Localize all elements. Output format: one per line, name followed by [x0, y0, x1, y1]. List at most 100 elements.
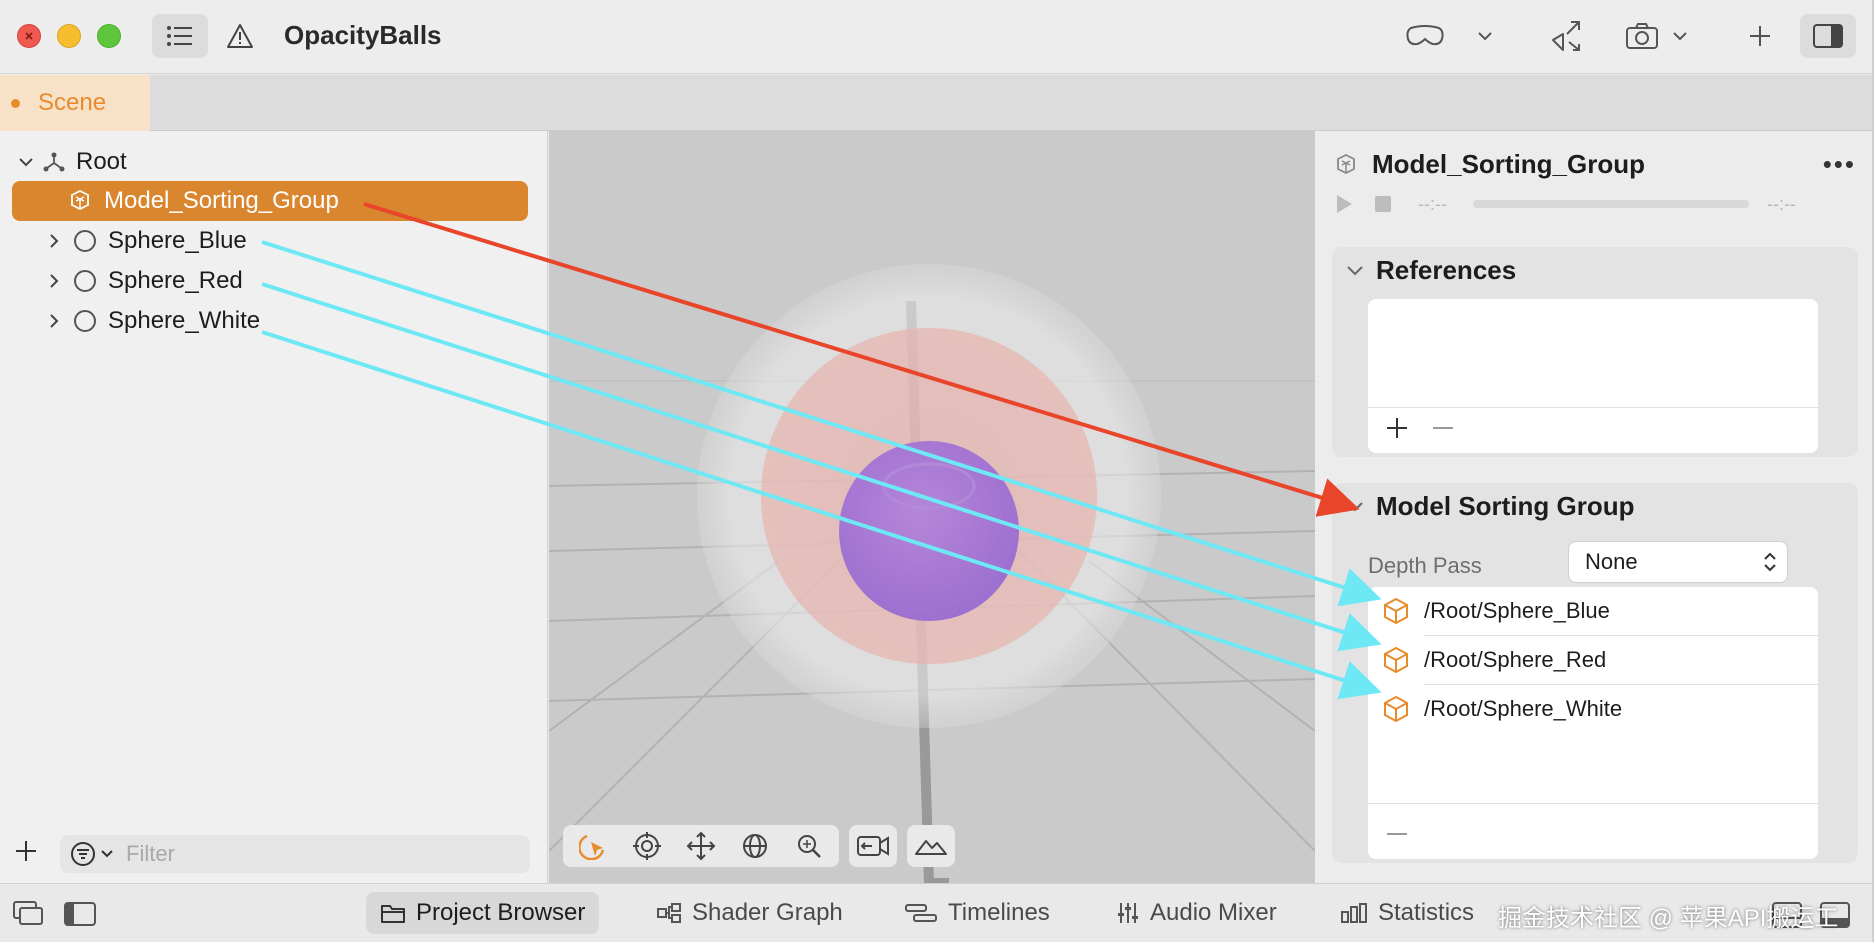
minus-icon — [1433, 427, 1453, 429]
zoom-window-button[interactable] — [97, 24, 121, 48]
move-tool-button[interactable] — [681, 826, 721, 866]
tree-item-sphere-red[interactable]: Sphere_Red — [44, 261, 243, 301]
entity-path: /Root/Sphere_Red — [1424, 647, 1607, 672]
3d-viewport[interactable] — [549, 131, 1315, 883]
remove-reference-button[interactable] — [1432, 417, 1454, 444]
model-group-icon — [68, 189, 92, 213]
timeline-scrubber[interactable] — [1472, 200, 1749, 208]
camera-reset-icon — [857, 836, 889, 856]
title-bar: OpacityBalls — [0, 0, 1872, 74]
environment-button[interactable] — [911, 826, 951, 866]
tab-statistics[interactable]: Statistics — [1326, 892, 1488, 934]
list-item[interactable]: /Root/Sphere_Blue — [1382, 587, 1610, 635]
zoom-tool-button[interactable] — [789, 826, 829, 866]
chevron-down-icon — [1347, 501, 1363, 511]
preview-options-dropdown[interactable] — [1470, 14, 1500, 58]
app-window: OpacityBalls Scene Root Model_Sorting_Gr… — [0, 0, 1874, 942]
model-sorting-group-section: Model Sorting Group Depth Pass None /Roo… — [1332, 483, 1858, 863]
list-divider — [1368, 803, 1818, 804]
chevron-down-icon — [1347, 265, 1363, 275]
select-tool-button[interactable] — [573, 826, 613, 866]
tab-timelines[interactable]: Timelines — [890, 892, 1064, 934]
scene-render — [549, 131, 1315, 883]
entity-circle-icon — [74, 230, 96, 252]
tree-item-label: Model_Sorting_Group — [104, 187, 339, 214]
tree-item-root[interactable]: Root — [16, 142, 127, 182]
list-divider — [1368, 407, 1818, 408]
tab-label: Statistics — [1378, 899, 1475, 926]
mixer-sliders-icon — [1116, 901, 1140, 925]
tab-project-browser[interactable]: Project Browser — [366, 892, 600, 934]
close-window-button[interactable] — [17, 24, 41, 48]
plus-icon — [16, 841, 36, 861]
editor-tab-strip: Scene — [0, 75, 1872, 131]
tab-shader-graph[interactable]: Shader Graph — [642, 892, 857, 934]
tree-item-sphere-blue[interactable]: Sphere_Blue — [44, 221, 247, 261]
vision-pro-preview-button[interactable] — [1400, 14, 1450, 58]
depth-pass-select[interactable]: None — [1568, 541, 1788, 583]
filter-field[interactable]: Filter — [60, 835, 530, 873]
entity-path: /Root/Sphere_Blue — [1424, 598, 1610, 623]
tree-item-model-sorting-group[interactable]: Model_Sorting_Group — [12, 181, 528, 221]
time-end: --:-- — [1766, 193, 1796, 214]
stop-icon — [1375, 196, 1391, 212]
plus-icon — [1750, 26, 1770, 46]
stop-button[interactable] — [1374, 195, 1392, 213]
bottom-bar: Project Browser Shader Graph Timelines A… — [0, 883, 1872, 942]
references-list[interactable] — [1368, 299, 1818, 453]
filter-options-icon[interactable] — [70, 841, 118, 867]
add-button[interactable] — [1740, 14, 1780, 58]
transform-tools — [563, 825, 839, 867]
toggle-navigator-button[interactable] — [152, 14, 208, 58]
remove-entity-button[interactable] — [1386, 823, 1408, 850]
chevron-updown-icon — [1764, 552, 1776, 572]
tree-item-label: Sphere_Blue — [108, 227, 247, 254]
minus-icon — [1387, 833, 1407, 835]
scene-hierarchy-panel: Root Model_Sorting_Group Sphere_Blue Sph… — [0, 131, 548, 883]
send-to-device-button[interactable] — [1544, 14, 1588, 58]
unsaved-dot-icon — [11, 98, 20, 108]
select-cursor-icon — [579, 834, 605, 860]
more-options-button[interactable]: ••• — [1823, 149, 1856, 180]
minimize-window-button[interactable] — [57, 24, 81, 48]
tree-item-label: Sphere_Red — [108, 267, 243, 294]
sphere-blue-render — [839, 441, 1019, 621]
chevron-right-icon[interactable] — [44, 311, 64, 331]
model-sorting-group-header[interactable]: Model Sorting Group — [1346, 491, 1635, 522]
entity-cube-icon — [1384, 646, 1408, 674]
snapshot-button[interactable] — [1622, 14, 1662, 58]
rotate-tool-button[interactable] — [735, 826, 775, 866]
watermark: 掘金技术社区 @ 苹果API搬运工 — [1498, 905, 1839, 932]
sidebar-left-icon — [64, 902, 96, 926]
orbit-tool-button[interactable] — [627, 826, 667, 866]
list-item[interactable]: /Root/Sphere_Red — [1382, 636, 1606, 684]
camera-reset-button[interactable] — [853, 826, 893, 866]
model-sorting-group-title: Model Sorting Group — [1376, 491, 1635, 521]
add-reference-button[interactable] — [1386, 417, 1408, 444]
close-icon — [25, 32, 33, 40]
plus-icon — [1387, 418, 1407, 438]
chevron-down-icon[interactable] — [16, 152, 36, 172]
chevron-right-icon[interactable] — [44, 231, 64, 251]
headset-icon — [1406, 25, 1444, 46]
list-item[interactable]: /Root/Sphere_White — [1382, 685, 1622, 733]
issues-button[interactable] — [222, 14, 258, 58]
toggle-bottom-panel-button[interactable] — [12, 900, 44, 931]
sorted-entities-list[interactable]: /Root/Sphere_Blue /Root/Sphere_Red /Root… — [1368, 587, 1818, 859]
chevron-right-icon[interactable] — [44, 271, 64, 291]
entity-cube-icon — [1384, 597, 1408, 625]
toggle-inspector-button[interactable] — [1800, 14, 1856, 58]
tree-item-sphere-white[interactable]: Sphere_White — [44, 301, 260, 341]
entity-cube-icon — [1384, 695, 1408, 723]
tab-scene[interactable]: Scene — [0, 75, 150, 131]
filter-placeholder: Filter — [126, 841, 175, 866]
add-entity-button[interactable] — [14, 839, 38, 868]
tab-label: Timelines — [948, 899, 1050, 926]
toggle-left-sidebar-button[interactable] — [64, 902, 96, 931]
references-header[interactable]: References — [1346, 255, 1516, 286]
depth-pass-value: None — [1585, 549, 1638, 574]
play-button[interactable] — [1334, 193, 1354, 215]
tab-audio-mixer[interactable]: Audio Mixer — [1102, 892, 1291, 934]
snapshot-options-dropdown[interactable] — [1668, 14, 1692, 58]
animation-playback: --:-- --:-- — [1334, 189, 1854, 219]
